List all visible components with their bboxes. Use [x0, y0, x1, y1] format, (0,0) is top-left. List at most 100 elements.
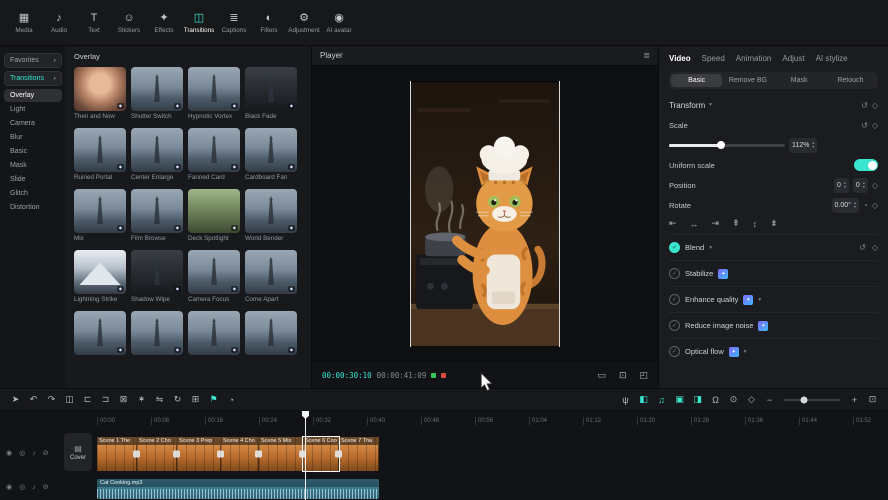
sidebar-item-glitch[interactable]: Glitch	[4, 187, 62, 200]
playhead[interactable]	[305, 411, 306, 500]
feature-checkbox[interactable]: ✓	[669, 268, 680, 279]
tool-link-clips[interactable]: ⊙	[726, 392, 741, 408]
video-mute-track[interactable]: ♪	[32, 449, 36, 457]
transition-item[interactable]: Shutter Switch	[131, 67, 183, 121]
toolbar-item-audio[interactable]: ♪ Audio	[43, 10, 75, 36]
cover-button[interactable]: ▤ Cover	[64, 433, 92, 471]
stepper-down-icon[interactable]: ▾	[812, 145, 814, 149]
tool-redo[interactable]: ↷	[44, 392, 59, 408]
toolbar-item-adjustment[interactable]: ⚙ Adjustment	[288, 10, 320, 36]
tool-delete[interactable]: ⊠	[116, 392, 131, 408]
transition-item[interactable]	[188, 311, 240, 365]
keyframe-icon[interactable]: ◇	[872, 243, 878, 252]
transition-item[interactable]	[74, 311, 126, 365]
feature-blend[interactable]: ✓ Blend ▾ ↺ ◇	[669, 234, 878, 260]
zoom-out-button[interactable]: −	[762, 392, 777, 408]
tool-freeze-frame[interactable]: ✶	[134, 392, 149, 408]
timeline-clip[interactable]: Scene 3 Prep	[177, 437, 221, 471]
tool-main-track-toggle[interactable]: ◧	[636, 392, 651, 408]
zoom-slider-knob[interactable]	[800, 396, 807, 403]
scale-value-input[interactable]: 112% ▴ ▾	[789, 138, 817, 153]
sidebar-item-light[interactable]: Light	[4, 103, 62, 116]
subtab-basic[interactable]: Basic	[671, 74, 722, 87]
tool-undo[interactable]: ↶	[26, 392, 41, 408]
uniform-scale-toggle[interactable]	[854, 159, 878, 171]
transition-item[interactable]: Cardboard Fan	[245, 128, 297, 182]
transition-item[interactable]: Hypnotic Vortex	[188, 67, 240, 121]
align-right[interactable]: ⇥	[712, 218, 720, 229]
toolbar-item-effects[interactable]: ✦ Effects	[148, 10, 180, 36]
toolbar-item-ai-avatar[interactable]: ◉ AI avatar	[323, 10, 355, 36]
align-bottom[interactable]: ⇟	[770, 218, 778, 229]
rotate-keyframe-icon[interactable]: ◇	[872, 201, 878, 210]
tool-speed-ramp[interactable]: ◔	[224, 392, 239, 408]
fullscreen-icon[interactable]: ◰	[639, 370, 648, 381]
position-keyframe-icon[interactable]: ◇	[872, 181, 878, 190]
feature-checkbox[interactable]: ✓	[669, 294, 680, 305]
transition-item[interactable]: Film Browse	[131, 189, 183, 243]
rotate-dial-icon[interactable]: ◔	[863, 201, 868, 210]
feature-checkbox[interactable]: ✓	[669, 242, 680, 253]
timeline-clip[interactable]: Scene 1 The	[97, 437, 137, 471]
chevron-down-icon[interactable]: ▾	[758, 297, 761, 303]
position-y-input[interactable]: 0 ▴ ▾	[853, 178, 868, 193]
subtab-mask[interactable]: Mask	[774, 74, 825, 87]
transition-item[interactable]: Center Enlarge	[131, 128, 183, 182]
reset-scale-icon[interactable]: ↺	[861, 121, 868, 130]
video-record-track[interactable]: ◉	[6, 449, 12, 457]
transition-item[interactable]: Come Apart	[245, 250, 297, 304]
tool-select-tool[interactable]: ➤	[8, 392, 23, 408]
tool-magnet[interactable]: Ω	[708, 392, 723, 408]
tool-rotate[interactable]: ↻	[170, 392, 185, 408]
align-top[interactable]: ⇞	[732, 218, 740, 229]
tool-mark[interactable]: ⚑	[206, 392, 221, 408]
sidebar-item-transitions[interactable]: Transitions ▾	[4, 71, 62, 86]
scale-slider[interactable]	[669, 144, 785, 147]
feature-checkbox[interactable]: ✓	[669, 346, 680, 357]
audio-lock-track[interactable]: ⊘	[43, 483, 49, 491]
tool-crop[interactable]: ⊞	[188, 392, 203, 408]
transform-keyframe-icon[interactable]: ◇	[872, 101, 878, 110]
tab-animation[interactable]: Animation	[736, 54, 772, 63]
zoom-in-button[interactable]: +	[847, 392, 862, 408]
toolbar-item-text[interactable]: T Text	[78, 10, 110, 36]
toolbar-item-transitions[interactable]: ◫ Transitions	[183, 10, 215, 36]
feature-reduce-image-noise[interactable]: ✓ Reduce image noise ✦	[669, 312, 878, 338]
sidebar-item-basic[interactable]: Basic	[4, 145, 62, 158]
transition-item[interactable]: World Bender	[245, 189, 297, 243]
feature-stabilize[interactable]: ✓ Stabilize ✦	[669, 260, 878, 286]
subtab-remove-bg[interactable]: Remove BG	[722, 74, 773, 87]
timeline-clip[interactable]: Scene 7 Tha	[339, 437, 379, 471]
transition-item[interactable]: Deck Spotlight	[188, 189, 240, 243]
sidebar-item-slide[interactable]: Slide	[4, 173, 62, 186]
feature-optical-flow[interactable]: ✓ Optical flow ✦ ▾	[669, 338, 878, 364]
transition-item[interactable]	[245, 311, 297, 365]
timeline-zoom-slider[interactable]	[784, 399, 840, 401]
tool-trim-right[interactable]: ⊐	[98, 392, 113, 408]
rotate-value-input[interactable]: 0.00° ▴ ▾	[832, 198, 859, 213]
toolbar-item-media[interactable]: ▦ Media	[8, 10, 40, 36]
scale-slider-knob[interactable]	[717, 141, 725, 149]
tab-adjust[interactable]: Adjust	[782, 54, 804, 63]
stepper-down-icon[interactable]: ▾	[863, 185, 865, 189]
audio-mute-track[interactable]: ♪	[32, 483, 36, 491]
video-preview[interactable]	[410, 81, 560, 347]
player-menu-icon[interactable]: ≣	[643, 51, 650, 60]
chevron-down-icon[interactable]: ▾	[744, 349, 747, 355]
tool-audio-track-toggle[interactable]: ♫	[654, 392, 669, 408]
stepper-down-icon[interactable]: ▾	[854, 205, 856, 209]
sidebar-item-overlay[interactable]: Overlay	[4, 89, 62, 102]
audio-hide-track[interactable]: ◎	[19, 483, 25, 491]
align-middle-v[interactable]: ↕	[753, 218, 758, 229]
timeline-ruler[interactable]: 00:0000:0800:1600:2400:3200:4000:4800:56…	[0, 411, 888, 425]
position-y-stepper[interactable]: ▴ ▾	[863, 181, 865, 189]
tool-text-track-toggle[interactable]: ▣	[672, 392, 687, 408]
sidebar-item-mask[interactable]: Mask	[4, 159, 62, 172]
transition-item[interactable]: Mix	[74, 189, 126, 243]
sidebar-item-favorites[interactable]: Favorites ▾	[4, 53, 62, 68]
timeline-clip[interactable]: Scene 5 Mix	[259, 437, 303, 471]
subtab-retouch[interactable]: Retouch	[825, 74, 876, 87]
tool-mirror[interactable]: ⇋	[152, 392, 167, 408]
chevron-down-icon[interactable]: ▾	[709, 102, 712, 108]
toolbar-item-captions[interactable]: ≣ Captions	[218, 10, 250, 36]
